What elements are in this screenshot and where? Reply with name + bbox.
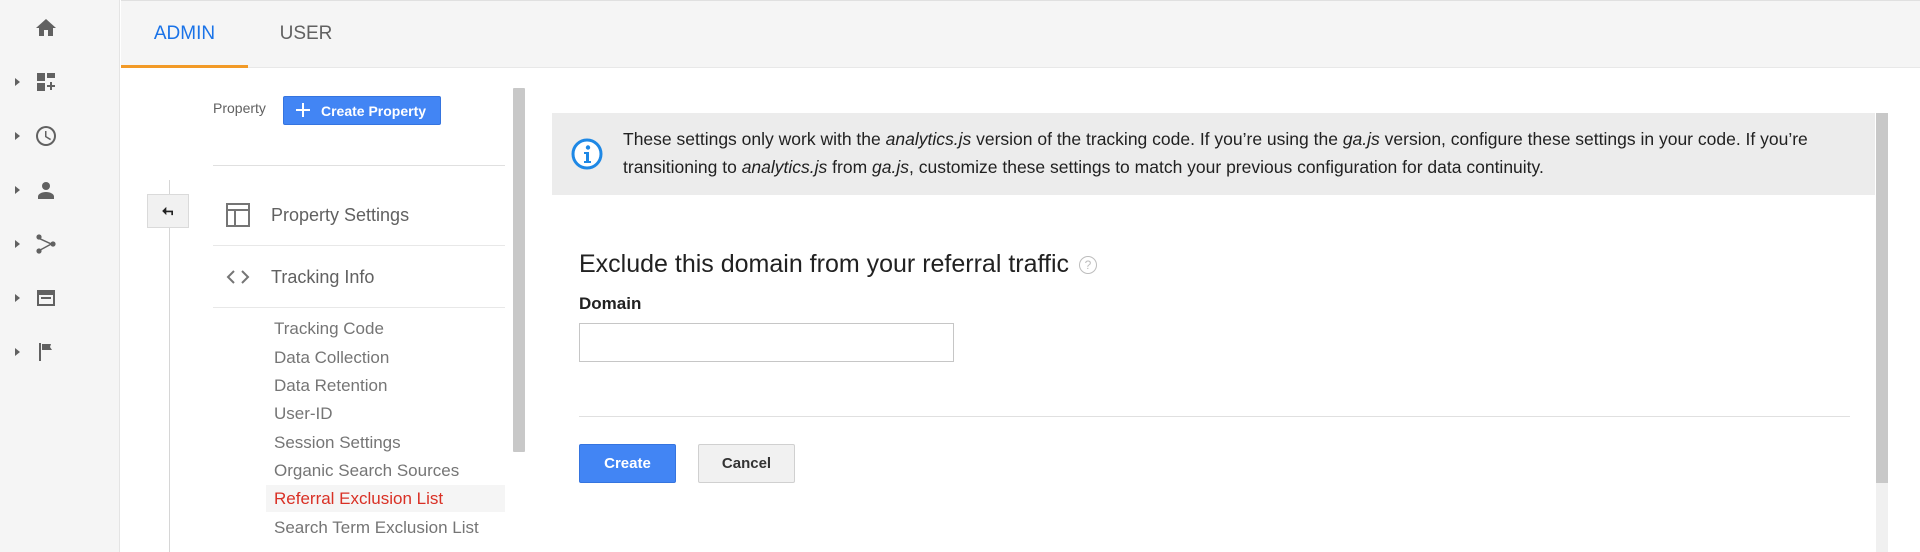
rail-conversions[interactable]: [0, 330, 120, 374]
section-property-settings[interactable]: Property Settings: [213, 184, 505, 246]
acquisition-icon: [33, 231, 59, 257]
nav-session-settings[interactable]: Session Settings: [266, 429, 505, 456]
info-banner: These settings only work with the analyt…: [552, 113, 1875, 195]
top-tab-bar: ADMIN USER: [121, 0, 1920, 68]
caret-right-icon: [15, 186, 20, 194]
page-title: Exclude this domain from your referral t…: [579, 250, 1098, 279]
create-property-button[interactable]: Create Property: [283, 96, 441, 125]
person-icon: [33, 177, 59, 203]
section-label: Property Settings: [271, 205, 410, 225]
nav-organic-search-sources[interactable]: Organic Search Sources: [266, 457, 505, 484]
rail-realtime[interactable]: [0, 114, 120, 158]
rail-behavior[interactable]: [0, 276, 120, 320]
caret-right-icon: [15, 348, 20, 356]
form-divider: [579, 416, 1850, 417]
create-button[interactable]: Create: [579, 444, 676, 483]
caret-right-icon: [15, 132, 20, 140]
caret-right-icon: [15, 240, 20, 248]
main-scrollbar-thumb[interactable]: [1876, 113, 1888, 483]
back-arrow-icon: [162, 206, 173, 216]
column-divider-line: [169, 180, 170, 552]
info-message: These settings only work with the analyt…: [623, 129, 1808, 177]
domain-input[interactable]: [579, 323, 954, 362]
create-property-label: Create Property: [321, 102, 427, 119]
domain-label: Domain: [579, 294, 642, 313]
tab-admin[interactable]: ADMIN: [121, 1, 248, 68]
back-button[interactable]: [147, 194, 189, 228]
nav-user-id[interactable]: User-ID: [266, 400, 505, 427]
property-divider: [213, 165, 505, 166]
home-icon: [33, 15, 59, 41]
nav-tracking-code[interactable]: Tracking Code: [266, 315, 505, 342]
cancel-button[interactable]: Cancel: [698, 444, 795, 483]
rail-acquisition[interactable]: [0, 222, 120, 266]
caret-right-icon: [15, 294, 20, 302]
property-label: Property: [213, 100, 266, 116]
flag-icon: [33, 339, 59, 365]
info-icon: [571, 138, 603, 170]
nav-data-retention[interactable]: Data Retention: [266, 372, 505, 399]
code-icon: [226, 270, 250, 284]
caret-right-icon: [15, 78, 20, 86]
rail-audience[interactable]: [0, 168, 120, 212]
tab-user[interactable]: USER: [261, 1, 351, 68]
layout-icon: [226, 203, 250, 227]
section-label: Tracking Info: [271, 267, 375, 287]
nav-referral-exclusion-list[interactable]: Referral Exclusion List: [266, 485, 505, 512]
left-nav-rail: [0, 0, 120, 552]
behavior-icon: [33, 285, 59, 311]
column-scrollbar[interactable]: [513, 88, 525, 452]
rail-customization[interactable]: [0, 60, 120, 104]
page-title-text: Exclude this domain from your referral t…: [579, 250, 1070, 278]
section-tracking-info[interactable]: Tracking Info: [213, 246, 505, 308]
plus-icon: [296, 103, 310, 117]
help-icon[interactable]: ?: [1079, 255, 1098, 274]
nav-data-collection[interactable]: Data Collection: [266, 344, 505, 371]
nav-search-term-exclusion-list[interactable]: Search Term Exclusion List: [266, 514, 505, 541]
dashboard-add-icon: [33, 69, 59, 95]
clock-icon: [33, 123, 59, 149]
rail-home[interactable]: [0, 6, 120, 50]
